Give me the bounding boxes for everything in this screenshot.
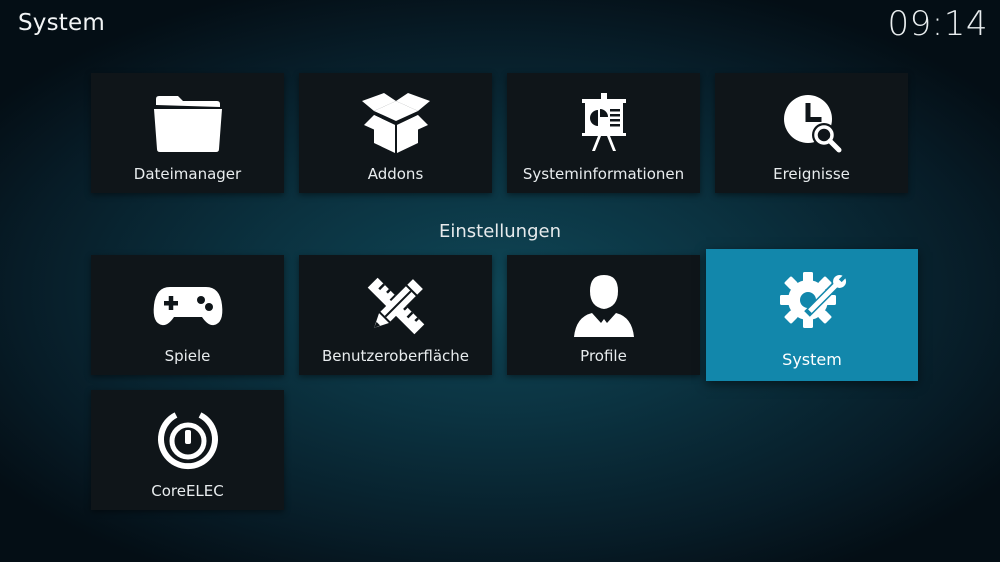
tile-label: Dateimanager	[133, 165, 242, 183]
gear-wrench-icon	[776, 267, 848, 333]
open-box-icon	[360, 91, 432, 157]
tile-system[interactable]: System	[706, 249, 918, 381]
kodi-system-screen: System 09:14 Dateimanager Addons Systemi…	[0, 0, 1000, 562]
tile-profile[interactable]: Profile	[507, 255, 700, 375]
clock-search-icon	[776, 91, 848, 157]
tile-dateimanager[interactable]: Dateimanager	[91, 73, 284, 193]
tile-label: Benutzeroberfläche	[321, 347, 470, 365]
gamepad-icon	[152, 273, 224, 339]
tile-label: Systeminformationen	[522, 165, 685, 183]
tile-addons[interactable]: Addons	[299, 73, 492, 193]
pencil-ruler-icon	[360, 273, 432, 339]
tile-coreelec[interactable]: CoreELEC	[91, 390, 284, 510]
clock: 09:14	[887, 4, 988, 44]
tile-ereignisse[interactable]: Ereignisse	[715, 73, 908, 193]
folder-icon	[152, 91, 224, 157]
tile-label: Spiele	[164, 347, 211, 365]
page-title: System	[18, 10, 105, 36]
tile-benutzeroberflaeche[interactable]: Benutzeroberfläche	[299, 255, 492, 375]
section-title: Einstellungen	[438, 221, 562, 242]
presentation-board-icon	[568, 91, 640, 157]
tile-spiele[interactable]: Spiele	[91, 255, 284, 375]
tile-label: CoreELEC	[151, 482, 224, 500]
tile-label: Addons	[367, 165, 424, 183]
user-profile-icon	[568, 273, 640, 339]
tile-label: System	[782, 350, 842, 369]
tile-label: Profile	[580, 347, 627, 365]
tile-label: Ereignisse	[773, 165, 850, 183]
tile-systeminformationen[interactable]: Systeminformationen	[507, 73, 700, 193]
power-icon	[152, 408, 224, 474]
